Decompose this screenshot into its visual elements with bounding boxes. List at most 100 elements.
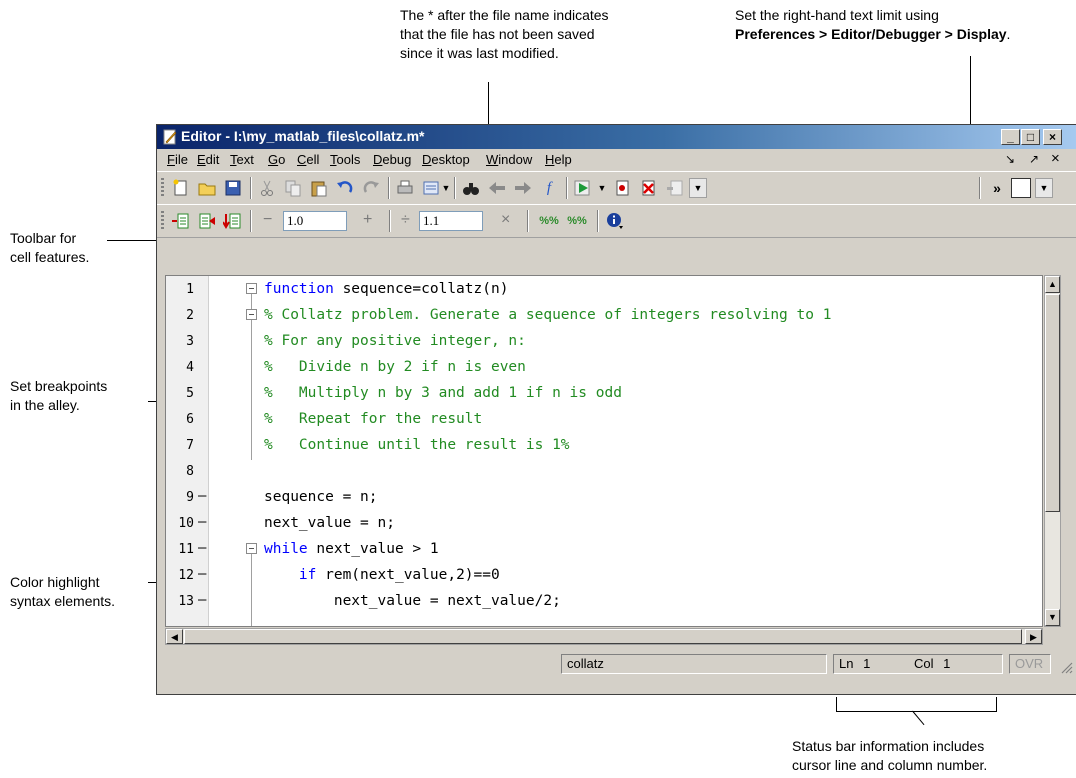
layout-box-icon[interactable] (1011, 178, 1031, 198)
breakpoint-alley[interactable]: – (198, 566, 206, 582)
code-line-6[interactable]: 6 % Repeat for the result (166, 407, 1042, 433)
breakpoint-alley[interactable]: – (198, 592, 206, 608)
cut-icon[interactable] (257, 178, 277, 198)
menu-file[interactable]: File (167, 152, 188, 167)
info-icon[interactable] (605, 211, 625, 231)
menu-cell[interactable]: Cell (297, 152, 319, 167)
fold-toggle-icon[interactable] (246, 283, 257, 294)
scroll-down-icon[interactable]: ▼ (1045, 609, 1060, 626)
divide-button[interactable]: ÷ (401, 211, 410, 229)
open-folder-icon[interactable] (197, 178, 217, 198)
menu-debug[interactable]: Debug (373, 152, 411, 167)
save-icon[interactable] (223, 178, 243, 198)
code-line-7[interactable]: 7 % Continue until the result is 1% (166, 433, 1042, 459)
horizontal-scrollbar[interactable]: ◀ ▶ (165, 628, 1043, 645)
editor-icon (163, 129, 177, 145)
code-editor[interactable]: 1 function sequence=collatz(n) 2 % Colla… (165, 275, 1043, 627)
multiply-value-field[interactable]: 1.1 (419, 211, 483, 231)
status-overwrite-mode: OVR (1009, 654, 1051, 674)
fold-toggle-icon[interactable] (246, 543, 257, 554)
vertical-scroll-thumb[interactable] (1045, 294, 1060, 512)
copy-icon[interactable] (283, 178, 303, 198)
line-number: 1 (186, 282, 194, 297)
multiply-button[interactable]: × (501, 211, 510, 229)
editor-window: Editor - I:\my_matlab_files\collatz.m* _… (156, 124, 1076, 695)
increment-button[interactable]: + (363, 211, 372, 229)
title-bar[interactable]: Editor - I:\my_matlab_files\collatz.m* _… (157, 125, 1076, 149)
insert-cell-break-icon[interactable] (171, 211, 191, 231)
menu-go[interactable]: Go (268, 152, 285, 167)
horizontal-scroll-thumb[interactable] (184, 629, 1022, 644)
line-number: 11 (178, 542, 194, 557)
new-file-icon[interactable] (171, 178, 191, 198)
cell-toolbar: − 1.0 + ÷ 1.1 × %% %% (157, 204, 1076, 238)
menu-tools[interactable]: Tools (330, 152, 360, 167)
code-line-2[interactable]: 2 % Collatz problem. Generate a sequence… (166, 303, 1042, 329)
step-icon[interactable] (665, 178, 685, 198)
decrement-button[interactable]: − (263, 211, 272, 229)
breakpoint-alley[interactable]: – (198, 540, 206, 556)
code-line-9[interactable]: 9 – sequence = n; (166, 485, 1042, 511)
close-button[interactable]: × (1043, 129, 1062, 145)
menu-text[interactable]: Text (230, 152, 254, 167)
redo-icon[interactable] (361, 178, 381, 198)
evaluate-cell-icon[interactable] (197, 211, 217, 231)
close-doc-icon[interactable]: × (1051, 150, 1060, 167)
status-bracket-h (836, 711, 997, 712)
scroll-left-icon[interactable]: ◀ (166, 629, 183, 644)
syntax-note: Color highlight syntax elements. (10, 574, 116, 609)
stack-dropdown[interactable]: ▼ (689, 178, 707, 198)
layout-dropdown[interactable]: ▼ (1035, 178, 1053, 198)
breakpoint-alley[interactable]: – (198, 488, 206, 504)
breakpoint-alley[interactable]: – (198, 514, 206, 530)
toolbar-grip[interactable] (161, 178, 164, 198)
menu-desktop[interactable]: Desktop (422, 152, 470, 167)
menu-edit[interactable]: Edit (197, 152, 219, 167)
run-icon[interactable] (573, 178, 593, 198)
publish-icon[interactable] (421, 178, 441, 198)
back-arrow-icon[interactable] (487, 178, 507, 198)
vertical-scrollbar[interactable]: ▲ ▼ (1044, 275, 1061, 627)
line-number: 5 (186, 386, 194, 401)
set-breakpoint-icon[interactable] (613, 178, 633, 198)
toolbar-note: Toolbar for cell features. (10, 230, 90, 265)
menu-window[interactable]: Window (486, 152, 532, 167)
increment-value-field[interactable]: 1.0 (283, 211, 347, 231)
run-dropdown-icon[interactable]: ▼ (597, 178, 607, 198)
hide-cell-titles-icon[interactable]: %% (565, 211, 589, 231)
scroll-right-icon[interactable]: ▶ (1025, 629, 1042, 644)
maximize-button[interactable]: □ (1021, 129, 1040, 145)
code-line-13[interactable]: 13 – next_value = next_value/2; (166, 589, 1042, 615)
code-line-3[interactable]: 3 % For any positive integer, n: (166, 329, 1042, 355)
cell-toolbar-grip[interactable] (161, 211, 164, 231)
undo-icon[interactable] (335, 178, 355, 198)
breakpoint-note: Set breakpoints in the alley. (10, 378, 108, 413)
toolbar-separator (597, 210, 599, 232)
publish-dropdown-icon[interactable]: ▼ (441, 178, 451, 198)
toolbar-overflow-icon[interactable]: » (987, 178, 1007, 198)
forward-arrow-icon[interactable] (513, 178, 533, 198)
function-icon[interactable]: f (539, 178, 559, 198)
code-line-4[interactable]: 4 % Divide n by 2 if n is even (166, 355, 1042, 381)
scroll-up-icon[interactable]: ▲ (1045, 276, 1060, 293)
find-binoculars-icon[interactable] (461, 178, 481, 198)
status-note: Status bar information includes cursor l… (792, 738, 988, 773)
fold-toggle-icon[interactable] (246, 309, 257, 320)
paste-icon[interactable] (309, 178, 329, 198)
code-line-11[interactable]: 11 – while next_value > 1 (166, 537, 1042, 563)
dock-icon[interactable]: ↘ (1005, 152, 1015, 166)
clear-breakpoints-icon[interactable] (639, 178, 659, 198)
code-line-1[interactable]: 1 function sequence=collatz(n) (166, 277, 1042, 303)
minimize-button[interactable]: _ (1001, 129, 1020, 145)
code-line-10[interactable]: 10 – next_value = n; (166, 511, 1042, 537)
evaluate-advance-icon[interactable] (223, 211, 243, 231)
code-line-5[interactable]: 5 % Multiply n by 3 and add 1 if n is od… (166, 381, 1042, 407)
menu-help[interactable]: Help (545, 152, 572, 167)
show-cell-titles-icon[interactable]: %% (537, 211, 561, 231)
print-icon[interactable] (395, 178, 415, 198)
code-line-12[interactable]: 12 – if rem(next_value,2)==0 (166, 563, 1042, 589)
code-line-8[interactable]: 8 (166, 459, 1042, 485)
resize-grip-icon[interactable] (1059, 660, 1073, 674)
undock-icon[interactable]: ↗ (1029, 152, 1039, 166)
window-title: Editor - I:\my_matlab_files\collatz.m* (181, 128, 425, 144)
